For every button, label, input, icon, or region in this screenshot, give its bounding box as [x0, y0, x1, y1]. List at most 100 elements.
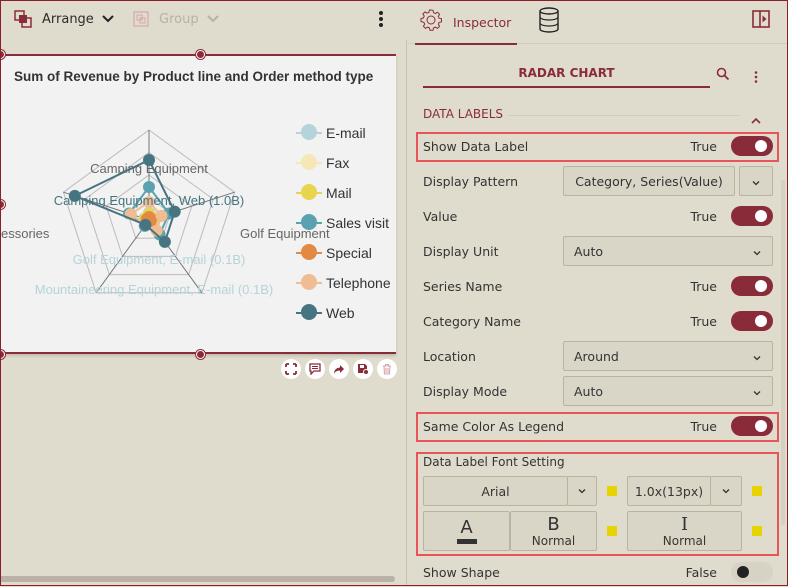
bold-letter: B — [547, 513, 560, 535]
font-italic-button[interactable]: I Normal — [627, 511, 742, 551]
row-display-unit: Display Unit Auto — [423, 236, 773, 266]
save-button[interactable] — [353, 359, 373, 379]
row-same-color-as-legend: Same Color As Legend True — [423, 411, 773, 441]
resize-handle-top[interactable] — [196, 50, 205, 59]
chart-legend: E-mail Fax Mail Sales visit Special Telephone… — [296, 118, 396, 328]
category-name-value: True — [690, 313, 717, 329]
legend-item[interactable]: Telephone — [296, 268, 396, 298]
chart-title: Sum of Revenue by Product line and Order… — [14, 69, 374, 84]
display-unit-select[interactable]: Auto — [563, 236, 773, 266]
vertical-scrollbar[interactable] — [781, 180, 785, 525]
category-label: oor Protection — [6, 352, 87, 354]
legend-marker — [301, 154, 317, 170]
delete-button[interactable] — [377, 359, 397, 379]
series-name-toggle[interactable] — [731, 276, 773, 296]
panel-tabs: Inspector — [407, 0, 788, 45]
font-size-value: 1.0x(13px) — [634, 483, 704, 499]
legend-label: Telephone — [326, 275, 391, 291]
legend-label: Mail — [326, 185, 352, 201]
font-bold-button[interactable]: B Normal — [510, 511, 597, 551]
same-color-toggle[interactable] — [731, 416, 773, 436]
category-name-label: Category Name — [423, 313, 521, 329]
legend-item[interactable]: Special — [296, 238, 396, 268]
search-icon[interactable] — [716, 66, 730, 85]
data-label: Golf Equipment, E-mail (0.1B) — [73, 252, 246, 267]
data-point — [139, 218, 152, 231]
radar-chart-widget[interactable]: Camping EquipmentGolf EquipmentMountaine… — [0, 54, 396, 354]
display-unit-label: Display Unit — [423, 243, 499, 259]
database-icon[interactable] — [538, 7, 560, 37]
font-size-field[interactable]: 1.0x(13px) — [627, 476, 711, 506]
chevron-down-icon — [752, 386, 762, 401]
arrange-menu[interactable]: Arrange — [14, 8, 114, 30]
share-icon — [333, 360, 345, 379]
save-icon — [357, 360, 369, 379]
show-shape-toggle[interactable] — [731, 562, 773, 582]
gear-icon — [419, 8, 443, 36]
legend-item[interactable]: Web — [296, 298, 396, 328]
font-color-swatch — [456, 538, 477, 544]
legend-label: Sales visit — [326, 215, 390, 231]
legend-marker — [301, 214, 317, 230]
font-size-dropdown[interactable] — [710, 476, 742, 506]
legend-label: E-mail — [326, 125, 366, 141]
location-select[interactable]: Around — [563, 341, 773, 371]
display-pattern-field[interactable]: Category, Series(Value) — [563, 166, 735, 196]
legend-marker — [301, 124, 317, 140]
row-location: Location Around — [423, 341, 773, 371]
font-family-dropdown[interactable] — [567, 476, 597, 506]
show-data-label-toggle[interactable] — [731, 136, 773, 156]
legend-marker — [301, 244, 317, 260]
legend-marker — [301, 304, 317, 320]
panel-header: RADAR CHART — [423, 58, 710, 88]
section-data-labels[interactable]: DATA LABELS — [423, 107, 503, 121]
canvas-toolbar: Arrange Group — [0, 0, 406, 40]
chevron-up-icon[interactable] — [750, 110, 762, 129]
font-color-button[interactable]: A — [423, 511, 510, 551]
chevron-down-icon — [206, 15, 219, 23]
font-family-value: Arial — [481, 483, 510, 499]
panel-toggle-icon[interactable] — [752, 10, 770, 32]
row-value: Value True — [423, 201, 773, 231]
expand-button[interactable] — [281, 359, 301, 379]
expand-icon — [285, 360, 297, 379]
category-name-toggle[interactable] — [731, 311, 773, 331]
same-color-value: True — [690, 418, 717, 434]
display-unit-value: Auto — [574, 243, 604, 259]
horizontal-scrollbar[interactable] — [0, 576, 395, 582]
italic-value: Normal — [662, 533, 707, 548]
font-family-field[interactable]: Arial — [423, 476, 568, 506]
more-vertical-icon[interactable] — [376, 10, 386, 30]
category-label: essories — [1, 226, 50, 241]
display-mode-label: Display Mode — [423, 383, 508, 399]
row-show-shape: Show Shape False — [423, 557, 773, 587]
italic-letter: I — [680, 513, 689, 535]
widget-actions — [281, 359, 397, 379]
arrange-label: Arrange — [42, 11, 94, 27]
group-menu[interactable]: Group — [133, 8, 219, 30]
data-point — [158, 235, 171, 248]
show-shape-value: False — [685, 564, 717, 580]
legend-item[interactable]: E-mail — [296, 118, 396, 148]
display-pattern-dropdown[interactable] — [739, 166, 773, 196]
legend-marker — [301, 184, 317, 200]
arrange-icon — [14, 10, 32, 28]
legend-item[interactable]: Sales visit — [296, 208, 396, 238]
display-mode-select[interactable]: Auto — [563, 376, 773, 406]
panel-divider[interactable] — [406, 40, 407, 586]
comment-button[interactable] — [305, 359, 325, 379]
value-label: Value — [423, 208, 458, 224]
tab-inspector[interactable]: Inspector — [415, 0, 517, 45]
font-family-indicator — [607, 486, 617, 496]
location-value: Around — [574, 348, 619, 364]
row-category-name: Category Name True — [423, 306, 773, 336]
font-italic-indicator — [752, 526, 762, 536]
value-toggle[interactable] — [731, 206, 773, 226]
share-button[interactable] — [329, 359, 349, 379]
legend-item[interactable]: Mail — [296, 178, 396, 208]
show-shape-label: Show Shape — [423, 564, 500, 580]
legend-item[interactable]: Fax — [296, 148, 396, 178]
more-vertical-icon[interactable] — [754, 68, 758, 87]
resize-handle-bottom[interactable] — [196, 350, 205, 359]
resize-handle-bottom-left[interactable] — [0, 350, 5, 359]
